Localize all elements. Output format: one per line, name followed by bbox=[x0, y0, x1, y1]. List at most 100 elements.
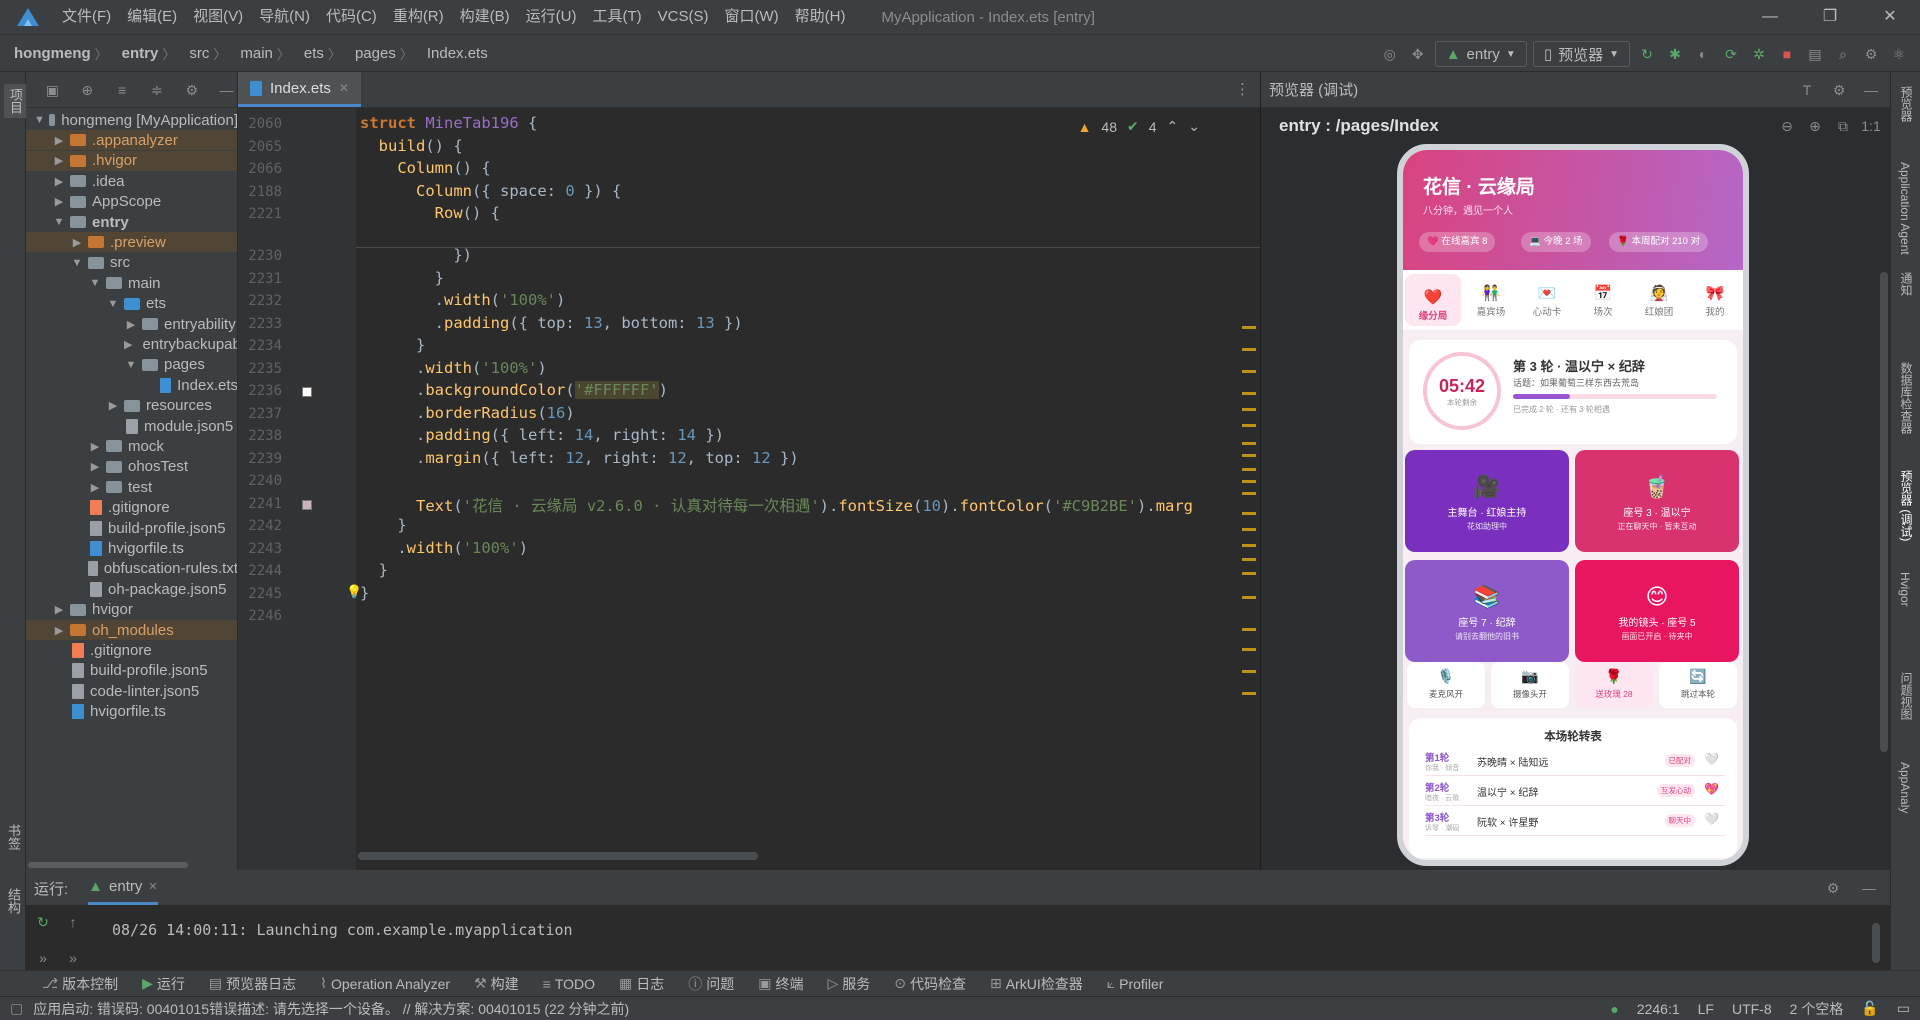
sticky-code-line[interactable]: build() { bbox=[360, 137, 463, 155]
bottom-tool-4[interactable]: ⚒ 构建 bbox=[462, 974, 531, 994]
chevron-right-icon[interactable]: ▶ bbox=[52, 134, 66, 147]
menu-item-7[interactable]: 运行(U) bbox=[518, 0, 585, 34]
lock-icon[interactable]: 🔓 bbox=[1861, 1000, 1878, 1017]
bottom-tool-10[interactable]: ⊙ 代码检查 bbox=[882, 974, 978, 994]
warning-mark[interactable] bbox=[1242, 572, 1256, 575]
chevron-down-icon[interactable]: ▼ bbox=[124, 359, 138, 371]
heart-icon[interactable]: 🤍 bbox=[1704, 752, 1719, 766]
chevron-down-icon[interactable]: ▼ bbox=[106, 298, 120, 310]
tree-item[interactable]: ▶ .appanalyzer bbox=[26, 130, 237, 151]
tab-structure[interactable]: 结构 bbox=[4, 888, 23, 914]
chevron-right-icon[interactable]: ▶ bbox=[124, 338, 132, 351]
tree-item[interactable]: .gitignore bbox=[26, 498, 237, 518]
warning-mark[interactable] bbox=[1242, 480, 1256, 483]
tree-item[interactable]: code-linter.json5 bbox=[26, 681, 237, 701]
heart-icon[interactable]: 🤍 bbox=[1704, 812, 1719, 826]
tree-horizontal-scrollbar[interactable] bbox=[28, 862, 188, 868]
menu-item-10[interactable]: 窗口(W) bbox=[716, 0, 786, 34]
bottom-tool-1[interactable]: ▶ 运行 bbox=[130, 974, 197, 994]
warning-mark[interactable] bbox=[1242, 528, 1256, 531]
warning-mark[interactable] bbox=[1242, 648, 1256, 651]
chevron-right-icon[interactable]: ▶ bbox=[70, 236, 84, 249]
more-tabs-icon[interactable]: ⋮ bbox=[1225, 72, 1260, 107]
hide-panel-icon[interactable]: — bbox=[216, 79, 237, 101]
attach-debugger-icon[interactable]: ◐ bbox=[1692, 43, 1714, 65]
warning-mark[interactable] bbox=[1242, 492, 1256, 495]
app-nav-item[interactable]: ❤️ 缘分局 bbox=[1405, 274, 1461, 326]
breadcrumb-item-5[interactable]: pages bbox=[341, 45, 396, 62]
right-tab-1[interactable]: Application Agent bbox=[1898, 162, 1912, 255]
tree-item[interactable]: ▶ resources bbox=[26, 396, 237, 416]
menu-item-6[interactable]: 构建(B) bbox=[452, 0, 518, 34]
line-separator[interactable]: LF bbox=[1698, 1001, 1714, 1017]
phone-preview[interactable]: 花信 · 云缘局 八分钟，遇见一个人 💗 在线嘉宾 8 💻 今晚 2 场 🌹 本… bbox=[1397, 144, 1749, 866]
video-tile[interactable]: 🧋 座号 3 · 温以宁 正在聊天中 · 暂未互动 bbox=[1575, 450, 1739, 552]
profile-icon[interactable]: ✲ bbox=[1748, 43, 1770, 65]
chevron-right-icon[interactable]: ▶ bbox=[52, 195, 66, 208]
hide-previewer-icon[interactable]: — bbox=[1860, 79, 1882, 101]
color-swatch-icon[interactable] bbox=[302, 387, 312, 397]
target-icon[interactable]: ◎ bbox=[1379, 43, 1401, 65]
tree-item[interactable]: ▶ hvigor bbox=[26, 600, 237, 620]
bottom-tool-6[interactable]: ▦ 日志 bbox=[607, 974, 676, 994]
menu-item-4[interactable]: 代码(C) bbox=[318, 0, 385, 34]
notification-icon[interactable]: ▭ bbox=[1897, 1000, 1910, 1017]
next-highlight-icon[interactable]: ⌄ bbox=[1188, 118, 1200, 135]
caret-position[interactable]: 2246:1 bbox=[1637, 1001, 1680, 1017]
tree-item[interactable]: ▶ .preview bbox=[26, 232, 237, 253]
rerun-run-icon[interactable]: ↻ bbox=[32, 911, 54, 933]
tree-item[interactable]: ▼ hongmeng [MyApplication] bbox=[26, 110, 237, 130]
menu-item-11[interactable]: 帮助(H) bbox=[787, 0, 854, 34]
run-tab-entry[interactable]: ▲ entry ✕ bbox=[88, 871, 158, 905]
font-size-icon[interactable]: T bbox=[1796, 79, 1818, 101]
chevron-right-icon[interactable]: ▶ bbox=[52, 624, 66, 637]
tree-item[interactable]: hvigorfile.ts bbox=[26, 538, 237, 558]
right-tab-6[interactable]: 问题视图 bbox=[1898, 672, 1915, 720]
warning-mark[interactable] bbox=[1242, 424, 1256, 427]
file-encoding[interactable]: UTF-8 bbox=[1732, 1001, 1772, 1017]
inspection-widget[interactable]: ▲ 48 ✔ 4 ⌃ ⌄ bbox=[1078, 118, 1200, 135]
app-nav-item[interactable]: 🎀 我的 bbox=[1687, 270, 1743, 330]
tab-project[interactable]: 项目 bbox=[4, 84, 27, 118]
bottom-tool-5[interactable]: ≡ TODO bbox=[531, 976, 607, 992]
menu-item-8[interactable]: 工具(T) bbox=[584, 0, 649, 34]
color-swatch-icon[interactable] bbox=[302, 499, 312, 510]
control-button[interactable]: 🔄 跳过本轮 bbox=[1659, 662, 1737, 708]
right-tab-5[interactable]: Hvigor bbox=[1898, 572, 1912, 607]
tree-item[interactable]: build-profile.json5 bbox=[26, 661, 237, 681]
tree-item[interactable]: ▶ entrybackupability bbox=[26, 334, 237, 354]
warning-mark[interactable] bbox=[1242, 392, 1256, 395]
breadcrumb-item-0[interactable]: hongmeng bbox=[0, 45, 91, 62]
video-tile[interactable]: 🎥 主舞台 · 红娘主持 花如助理中 bbox=[1405, 450, 1569, 552]
right-tab-4[interactable]: 预览器 (调试) bbox=[1898, 470, 1915, 541]
sticky-code-line[interactable]: Column({ space: 0 }) { bbox=[360, 182, 621, 200]
gear-icon[interactable]: ⚙ bbox=[181, 79, 202, 101]
video-tile[interactable]: 📚 座号 7 · 纪辞 请别去翻他的旧书 bbox=[1405, 560, 1569, 662]
more-run-icon[interactable]: » bbox=[32, 947, 54, 969]
chevron-down-icon[interactable]: ▼ bbox=[52, 216, 66, 228]
status-toggle-icon[interactable]: ▢ bbox=[0, 1000, 33, 1017]
warning-mark[interactable] bbox=[1242, 558, 1256, 561]
run-config-select[interactable]: ▲ entry ▼ bbox=[1434, 41, 1527, 67]
warning-mark[interactable] bbox=[1242, 348, 1256, 351]
status-message[interactable]: 应用启动: 错误码: 00401015错误描述: 请先选择一个设备。 // 解决… bbox=[33, 999, 629, 1019]
app-nav-item[interactable]: 👫 嘉宾场 bbox=[1463, 270, 1519, 330]
menu-item-1[interactable]: 编辑(E) bbox=[119, 0, 185, 34]
chevron-right-icon[interactable]: ▶ bbox=[124, 318, 138, 331]
tree-item[interactable]: ▼ src bbox=[26, 253, 237, 273]
bottom-tool-0[interactable]: ⎇ 版本控制 bbox=[30, 974, 130, 994]
warning-mark[interactable] bbox=[1242, 442, 1256, 445]
warning-mark[interactable] bbox=[1242, 692, 1256, 695]
layout-icon[interactable]: ▣ bbox=[42, 79, 63, 101]
chevron-down-icon[interactable]: ▼ bbox=[88, 277, 102, 289]
device-select[interactable]: ▯ 预览器 ▼ bbox=[1532, 41, 1630, 67]
app-nav-item[interactable]: 📅 场次 bbox=[1575, 270, 1631, 330]
bottom-tool-7[interactable]: ⓘ 问题 bbox=[676, 974, 746, 994]
indent-setting[interactable]: 2 个空格 bbox=[1790, 999, 1844, 1019]
close-run-tab-icon[interactable]: ✕ bbox=[148, 880, 157, 893]
previewer-settings-icon[interactable]: ⚙ bbox=[1828, 79, 1850, 101]
sticky-code-line[interactable]: Column() { bbox=[360, 159, 490, 177]
chevron-right-icon[interactable]: ▶ bbox=[88, 481, 102, 494]
rotation-row[interactable]: 第3轮 诉琴 · 潮砚 阮软 × 许星野 聊天中 🤍 bbox=[1425, 810, 1725, 836]
prev-highlight-icon[interactable]: ⌃ bbox=[1167, 118, 1179, 135]
